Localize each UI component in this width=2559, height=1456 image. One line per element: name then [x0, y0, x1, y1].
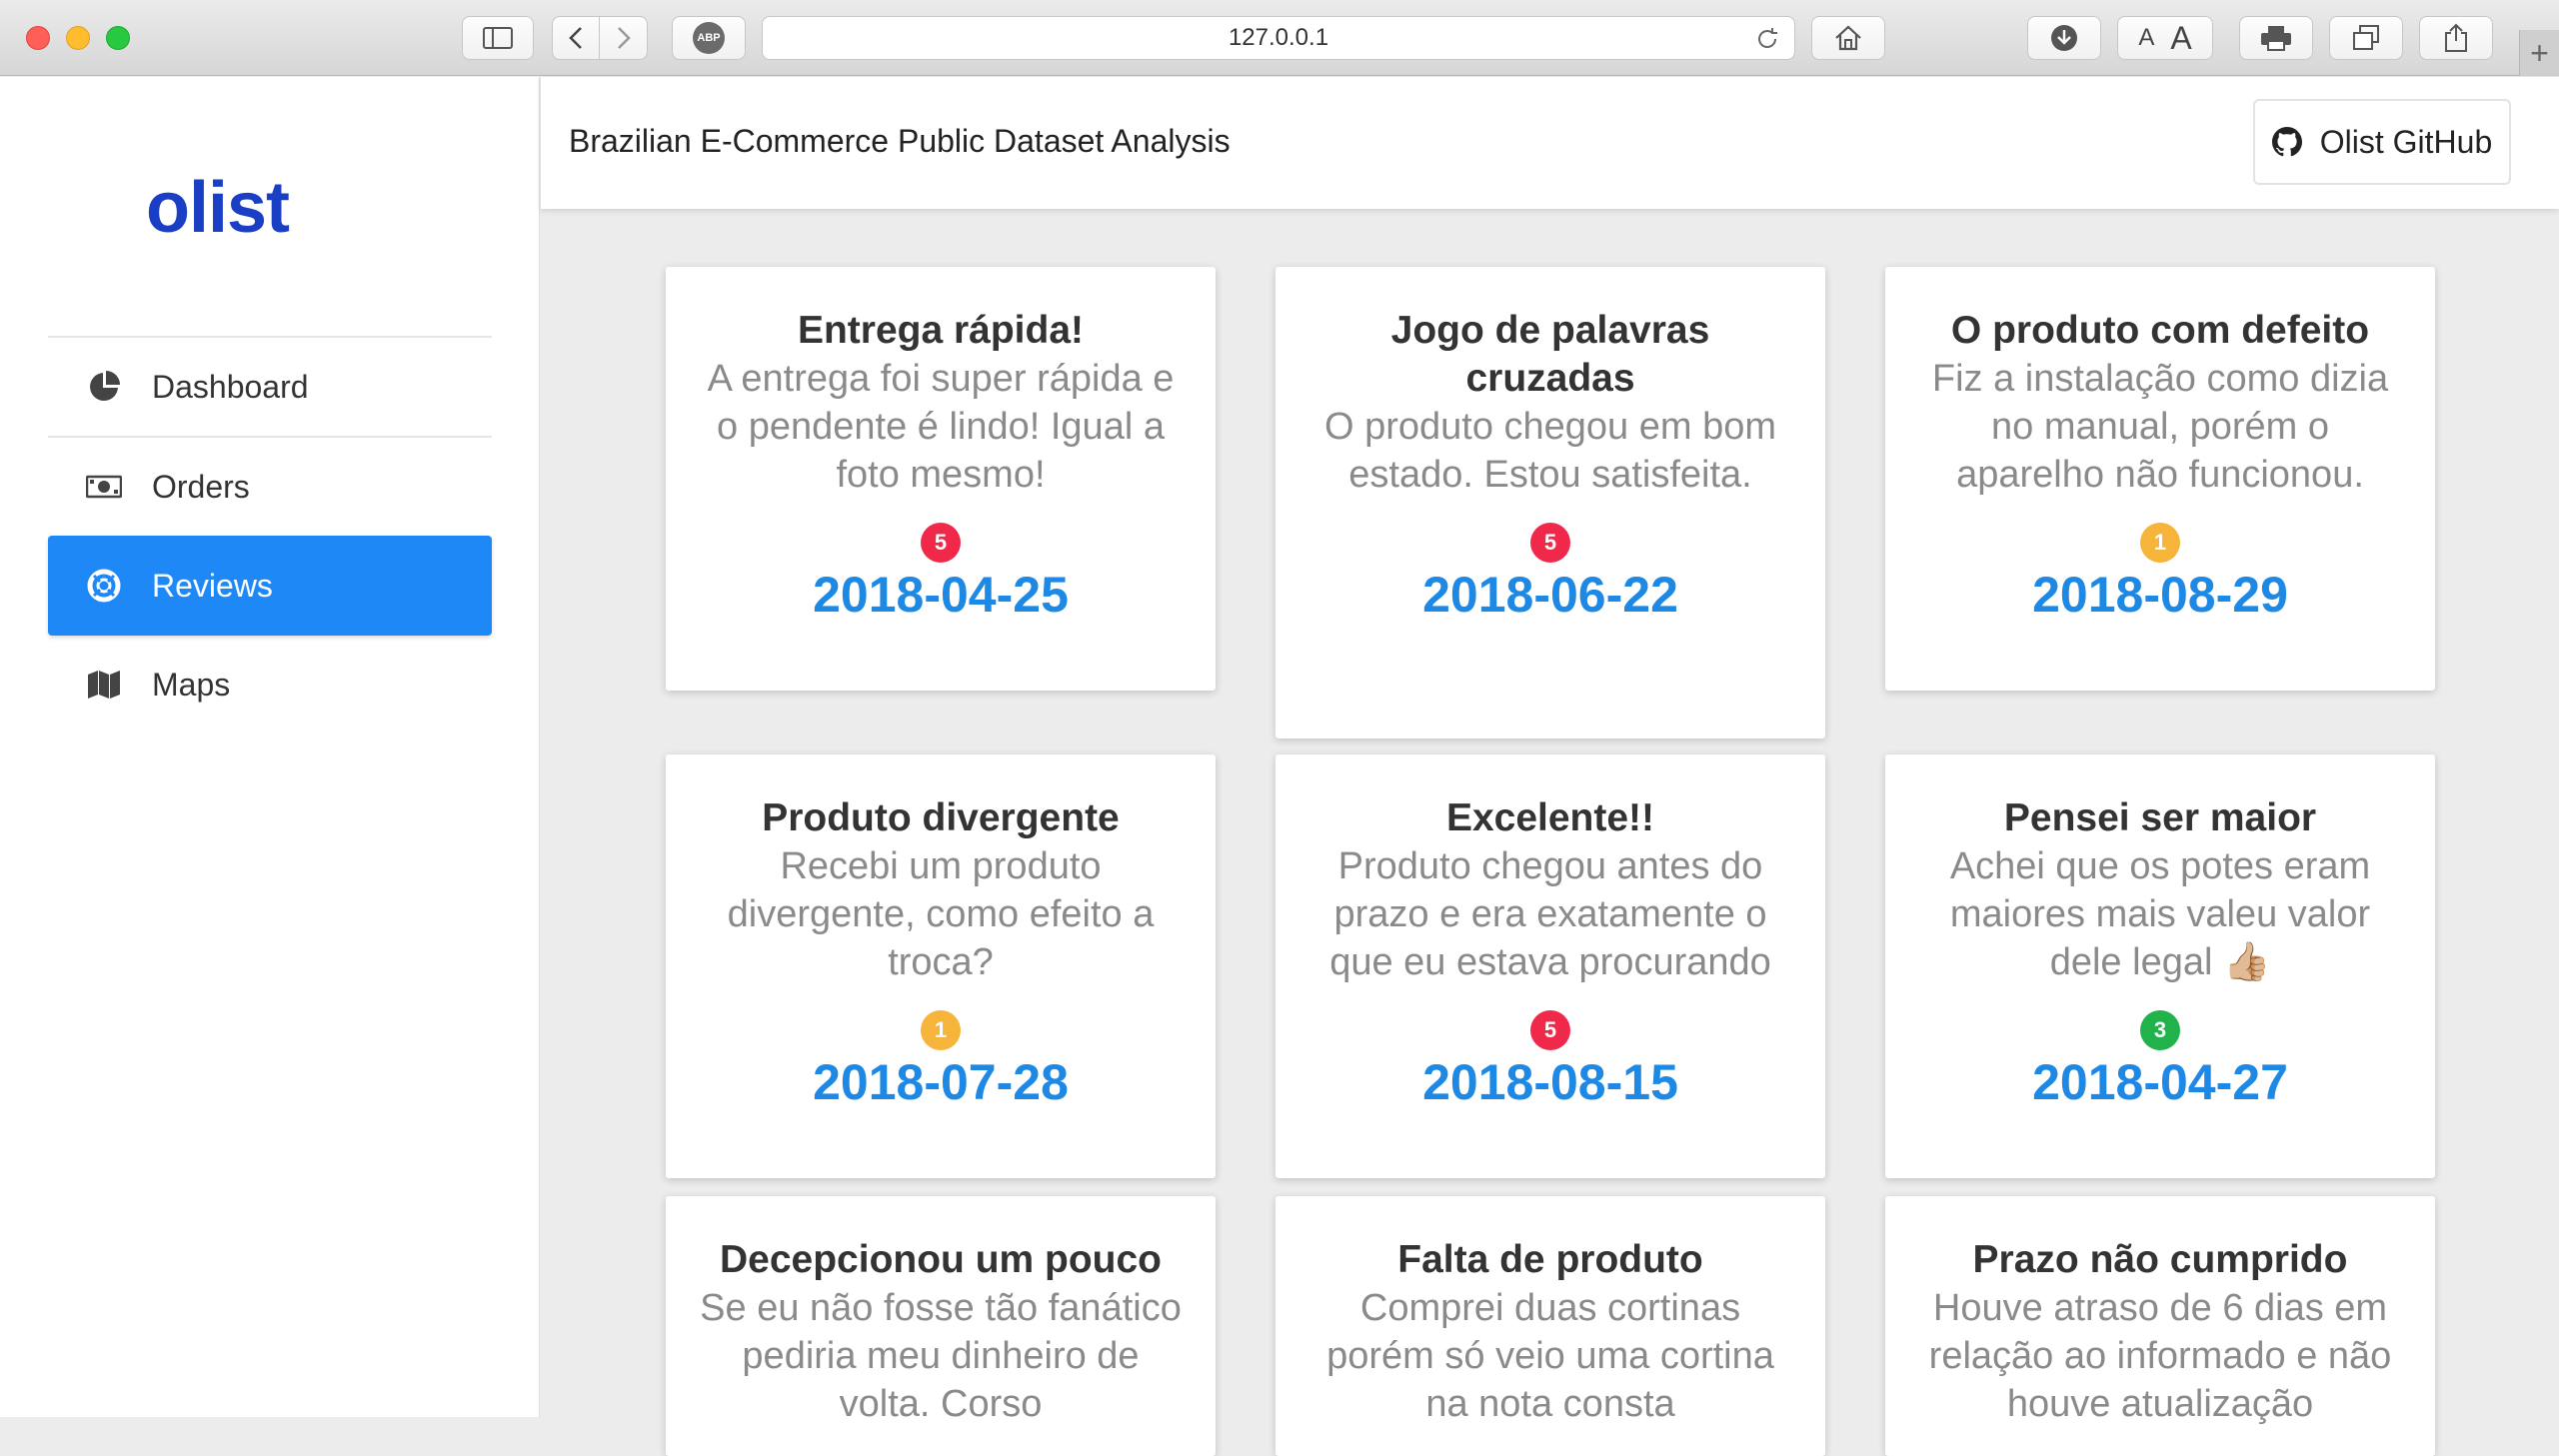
tabs-icon	[2353, 25, 2379, 50]
review-date: 2018-04-27	[2032, 1054, 2288, 1110]
print-button[interactable]	[2239, 16, 2313, 60]
score-badge: 3	[2140, 1010, 2180, 1050]
home-button[interactable]	[1811, 16, 1885, 60]
adblock-button[interactable]: ABP	[672, 16, 746, 60]
score-badge: 5	[921, 523, 961, 563]
review-date: 2018-07-28	[813, 1054, 1069, 1110]
github-label: Olist GitHub	[2319, 123, 2493, 160]
sidebar-item-maps[interactable]: Maps	[48, 636, 492, 733]
review-card: O produto com defeito Fiz a instalação c…	[1885, 267, 2435, 691]
review-text: Houve atraso de 6 dias em relação ao inf…	[1928, 1287, 2392, 1425]
review-card: Decepcionou um pouco Se eu não fosse tão…	[666, 1196, 1216, 1456]
reviews-grid: Entrega rápida! A entrega foi super rápi…	[541, 209, 2559, 1456]
review-text: Fiz a instalação como dizia no manual, p…	[1931, 358, 2389, 496]
sidebar-item-orders[interactable]: Orders	[48, 438, 492, 536]
printer-icon	[2261, 26, 2291, 51]
downloads-button[interactable]	[2027, 16, 2101, 60]
review-card: Falta de produto Comprei duas cortinas p…	[1276, 1196, 1825, 1456]
score-badge: 1	[921, 1010, 961, 1050]
score-badge: 5	[1530, 523, 1570, 563]
review-title: Prazo não cumprido	[1972, 1238, 2348, 1281]
reload-icon[interactable]	[1754, 26, 1780, 59]
review-title: O produto com defeito	[1950, 309, 2370, 352]
sidebar-item-label: Maps	[152, 666, 231, 703]
review-title: Produto divergente	[762, 796, 1120, 839]
review-text: Se eu não fosse tão fanático pediria meu…	[700, 1287, 1182, 1425]
score-badge: 1	[2140, 523, 2180, 563]
browser-toolbar: ABP 127.0.0.1 A A +	[0, 0, 2559, 76]
review-text: Produto chegou antes do prazo e era exat…	[1329, 845, 1771, 983]
pie-chart-icon	[86, 369, 122, 405]
close-window-button[interactable]	[26, 26, 50, 50]
increase-font-button[interactable]: A	[2170, 20, 2191, 57]
review-card: Jogo de palavras cruzadas O produto cheg…	[1276, 267, 1825, 738]
review-date: 2018-04-25	[813, 567, 1069, 623]
chevron-left-icon	[569, 27, 582, 49]
github-icon	[2271, 127, 2302, 157]
sidebar-item-label: Orders	[152, 468, 250, 505]
page-title: Brazilian E-Commerce Public Dataset Anal…	[569, 123, 1231, 159]
review-card: Prazo não cumprido Houve atraso de 6 dia…	[1885, 1196, 2435, 1456]
review-text: Recebi um produto divergente, como efeit…	[727, 845, 1155, 983]
decrease-font-button[interactable]: A	[2138, 24, 2154, 52]
adblock-icon: ABP	[693, 22, 725, 54]
sidebar-item-dashboard[interactable]: Dashboard	[48, 338, 492, 436]
tabs-overview-button[interactable]	[2329, 16, 2403, 60]
chevron-right-icon	[617, 27, 631, 49]
sidebar: olist Dashboard Orders Reviews Maps	[0, 77, 540, 1417]
github-button[interactable]: Olist GitHub	[2253, 99, 2511, 185]
logo: olist	[146, 168, 290, 248]
money-bill-icon	[86, 469, 122, 505]
review-text: Achei que os potes eram maiores mais val…	[1949, 845, 2371, 983]
sidebar-icon	[483, 27, 513, 49]
review-card: Pensei ser maior Achei que os potes eram…	[1885, 754, 2435, 1178]
sidebar-toggle-button[interactable]	[462, 16, 534, 60]
review-title: Jogo de palavras cruzadas	[1390, 309, 1710, 400]
review-title: Pensei ser maior	[2003, 796, 2317, 839]
review-title: Excelente!!	[1445, 796, 1655, 839]
url-text: 127.0.0.1	[1228, 24, 1329, 51]
review-title: Decepcionou um pouco	[719, 1238, 1163, 1281]
home-icon	[1835, 25, 1861, 51]
review-title: Entrega rápida!	[797, 309, 1085, 352]
review-title: Falta de produto	[1397, 1238, 1703, 1281]
sidebar-item-label: Dashboard	[152, 368, 309, 405]
address-bar[interactable]: 127.0.0.1	[762, 16, 1795, 60]
page-header: Brazilian E-Commerce Public Dataset Anal…	[541, 77, 2559, 209]
new-tab-button[interactable]: +	[2519, 30, 2559, 76]
review-text: A entrega foi super rápida e o pendente …	[707, 358, 1175, 496]
sidebar-item-label: Reviews	[152, 567, 273, 604]
review-date: 2018-06-22	[1422, 567, 1678, 623]
text-size-buttons[interactable]: A A	[2117, 16, 2213, 60]
back-button[interactable]	[552, 16, 600, 60]
sidebar-nav: Dashboard Orders Reviews Maps	[48, 336, 492, 733]
map-icon	[86, 667, 122, 703]
review-date: 2018-08-15	[1422, 1054, 1678, 1110]
share-button[interactable]	[2419, 16, 2493, 60]
review-card: Excelente!! Produto chegou antes do praz…	[1276, 754, 1825, 1178]
sidebar-item-reviews[interactable]: Reviews	[48, 536, 492, 636]
score-badge: 5	[1530, 1010, 1570, 1050]
minimize-window-button[interactable]	[66, 26, 90, 50]
zoom-window-button[interactable]	[106, 26, 130, 50]
forward-button[interactable]	[600, 16, 648, 60]
download-icon	[2051, 25, 2077, 51]
share-icon	[2445, 23, 2467, 52]
review-card: Produto divergente Recebi um produto div…	[666, 754, 1216, 1178]
life-ring-icon	[86, 568, 122, 604]
review-text: O produto chegou em bom estado. Estou sa…	[1323, 406, 1777, 496]
review-date: 2018-08-29	[2032, 567, 2288, 623]
review-text: Comprei duas cortinas porém só veio uma …	[1326, 1287, 1774, 1425]
review-card: Entrega rápida! A entrega foi super rápi…	[666, 267, 1216, 691]
